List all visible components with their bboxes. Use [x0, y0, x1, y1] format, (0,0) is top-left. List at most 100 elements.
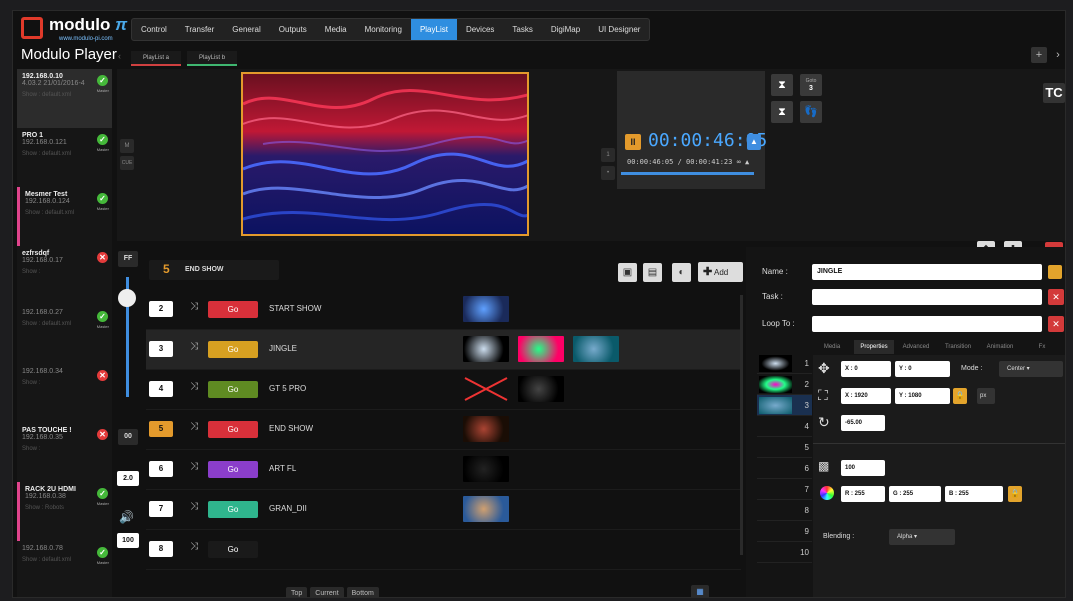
layer-item[interactable]: 1: [757, 353, 812, 374]
cue-row[interactable]: 3 ⤨ Go JINGLE: [146, 330, 741, 370]
media-thumbnail[interactable]: [463, 496, 509, 522]
cue-scrollbar[interactable]: [740, 295, 743, 555]
position-y-field[interactable]: Y : 0: [895, 361, 950, 377]
go-button[interactable]: Go: [208, 541, 258, 558]
bottom-button[interactable]: Bottom: [346, 587, 379, 597]
server-item[interactable]: PAS TOUCHE ! 192.168.0.35 Show : ✕: [17, 423, 112, 483]
color-wheel-icon[interactable]: [820, 486, 834, 500]
layer-item[interactable]: 7: [757, 479, 812, 500]
green-field[interactable]: G : 255: [889, 486, 941, 502]
tab-properties[interactable]: Properties: [854, 340, 894, 354]
layer-item[interactable]: 8: [757, 500, 812, 521]
go-button[interactable]: Go: [208, 381, 258, 398]
media-thumbnail[interactable]: [463, 416, 509, 442]
server-item[interactable]: 192.168.0.78 Show : default.xml ✓ Master: [17, 541, 112, 597]
nav-tab-transfer[interactable]: Transfer: [176, 19, 224, 40]
speaker-icon[interactable]: 🔊: [119, 510, 134, 524]
cue-row[interactable]: 5 ⤨ Go END SHOW: [146, 410, 741, 450]
shuffle-icon[interactable]: ⤨: [190, 341, 198, 352]
media-thumbnail[interactable]: [463, 336, 509, 362]
cue-row[interactable]: 4 ⤨ Go GT 5 PRO: [146, 370, 741, 410]
timecode-toggle-button[interactable]: TC: [1043, 83, 1065, 103]
tab-animation[interactable]: Animation: [980, 340, 1020, 354]
clear-loop-button[interactable]: ✕: [1048, 316, 1064, 332]
tab-media[interactable]: Media: [812, 340, 852, 354]
add-playlist-button[interactable]: +: [1031, 47, 1047, 63]
shuffle-icon[interactable]: ⤨: [190, 541, 198, 552]
fader-knob[interactable]: [118, 289, 136, 307]
cue-row[interactable]: 2 ⤨ Go START SHOW: [146, 290, 741, 330]
speed-field[interactable]: 2.0: [117, 471, 139, 486]
nav-tab-control[interactable]: Control: [132, 19, 176, 40]
red-field[interactable]: R : 255: [841, 486, 885, 502]
shuffle-icon[interactable]: ⤨: [190, 501, 198, 512]
cue-row[interactable]: 8 ⤨ Go: [146, 530, 741, 570]
grid-icon[interactable]: ▦: [691, 585, 709, 597]
nav-tab-ui-designer[interactable]: UI Designer: [589, 19, 649, 40]
rotation-field[interactable]: -65.00: [841, 415, 885, 431]
go-button[interactable]: Go: [208, 301, 258, 318]
shuffle-icon[interactable]: ⤨: [190, 381, 198, 392]
hourglass-down-icon[interactable]: ⧗: [771, 101, 793, 123]
cue-name-input[interactable]: JINGLE: [812, 264, 1042, 280]
playlist-next-arrow[interactable]: ›: [1050, 47, 1065, 63]
go-button[interactable]: Go: [208, 501, 258, 518]
layer-item[interactable]: 5: [757, 437, 812, 458]
document-icon[interactable]: ▤: [643, 263, 662, 282]
mode-select[interactable]: Center ▾: [999, 361, 1063, 377]
shuffle-icon[interactable]: ⤨: [190, 461, 198, 472]
server-item[interactable]: 192.168.0.10 4.03.2 21/01/2016-4 Show : …: [17, 69, 112, 129]
nav-tab-devices[interactable]: Devices: [457, 19, 503, 40]
monitor-toggle-button[interactable]: M: [120, 139, 134, 153]
timecode-progress[interactable]: [621, 172, 754, 175]
tab-playlist-b[interactable]: PlayList b: [187, 51, 238, 66]
cue-row[interactable]: 6 ⤨ Go ART FL: [146, 450, 741, 490]
size-y-field[interactable]: Y : 1080: [895, 388, 950, 404]
layer-item[interactable]: 4: [757, 416, 812, 437]
layer-item[interactable]: 3: [757, 395, 812, 416]
layer-item[interactable]: 9: [757, 521, 812, 542]
media-thumbnail[interactable]: [463, 296, 509, 322]
clear-task-button[interactable]: ✕: [1048, 289, 1064, 305]
layer-item[interactable]: 6: [757, 458, 812, 479]
media-thumbnail[interactable]: [518, 336, 564, 362]
layer-item[interactable]: 10: [757, 542, 812, 563]
tab-fx[interactable]: Fx: [1022, 340, 1062, 354]
nav-tab-tasks[interactable]: Tasks: [503, 19, 541, 40]
opacity-field[interactable]: 100: [841, 460, 885, 476]
unit-button[interactable]: px: [977, 388, 995, 404]
shuffle-icon[interactable]: ⤨: [190, 421, 198, 432]
server-item[interactable]: ezfrsdqf 192.168.0.17 Show : ✕: [17, 246, 112, 306]
loop-input[interactable]: [812, 316, 1042, 332]
hourglass-icon[interactable]: ⧗: [771, 74, 793, 96]
server-item[interactable]: PRO 1 192.168.0.121 Show : default.xml ✓…: [17, 128, 112, 188]
media-thumbnail[interactable]: [463, 456, 509, 482]
nav-tab-playlist[interactable]: PlayList: [410, 19, 457, 40]
add-cue-button[interactable]: ✚ Add: [698, 262, 743, 282]
media-thumbnail[interactable]: [518, 376, 564, 402]
media-thumbnail[interactable]: [573, 336, 619, 362]
reset-button[interactable]: 00: [118, 429, 138, 445]
footsteps-icon[interactable]: 👣: [800, 101, 822, 123]
layer-item[interactable]: 2: [757, 374, 812, 395]
nav-tab-digimap[interactable]: DigiMap: [542, 19, 589, 40]
task-input[interactable]: [812, 289, 1042, 305]
go-button[interactable]: Go: [208, 461, 258, 478]
size-x-field[interactable]: X : 1920: [841, 388, 891, 404]
color-lock-icon[interactable]: 🔒: [1008, 486, 1022, 502]
layer-dot-button[interactable]: •: [601, 166, 615, 180]
volume-field[interactable]: 100: [117, 533, 139, 548]
tab-playlist-a[interactable]: PlayList a: [131, 51, 182, 66]
nav-tab-media[interactable]: Media: [316, 19, 356, 40]
server-item[interactable]: 192.168.0.34 Show : ✕: [17, 364, 112, 424]
blue-field[interactable]: B : 255: [945, 486, 1003, 502]
pause-button[interactable]: II: [625, 134, 641, 150]
blending-select[interactable]: Alpha ▾: [889, 529, 955, 545]
layer-one-button[interactable]: 1: [601, 148, 615, 162]
tab-transition[interactable]: Transition: [938, 340, 978, 354]
lock-icon[interactable]: 🔒: [953, 388, 967, 404]
position-x-field[interactable]: X : 0: [841, 361, 891, 377]
current-button[interactable]: Current: [310, 587, 344, 597]
goto-button[interactable]: Goto 3: [800, 74, 822, 96]
server-item[interactable]: 192.168.0.27 Show : default.xml ✓ Master: [17, 305, 112, 365]
